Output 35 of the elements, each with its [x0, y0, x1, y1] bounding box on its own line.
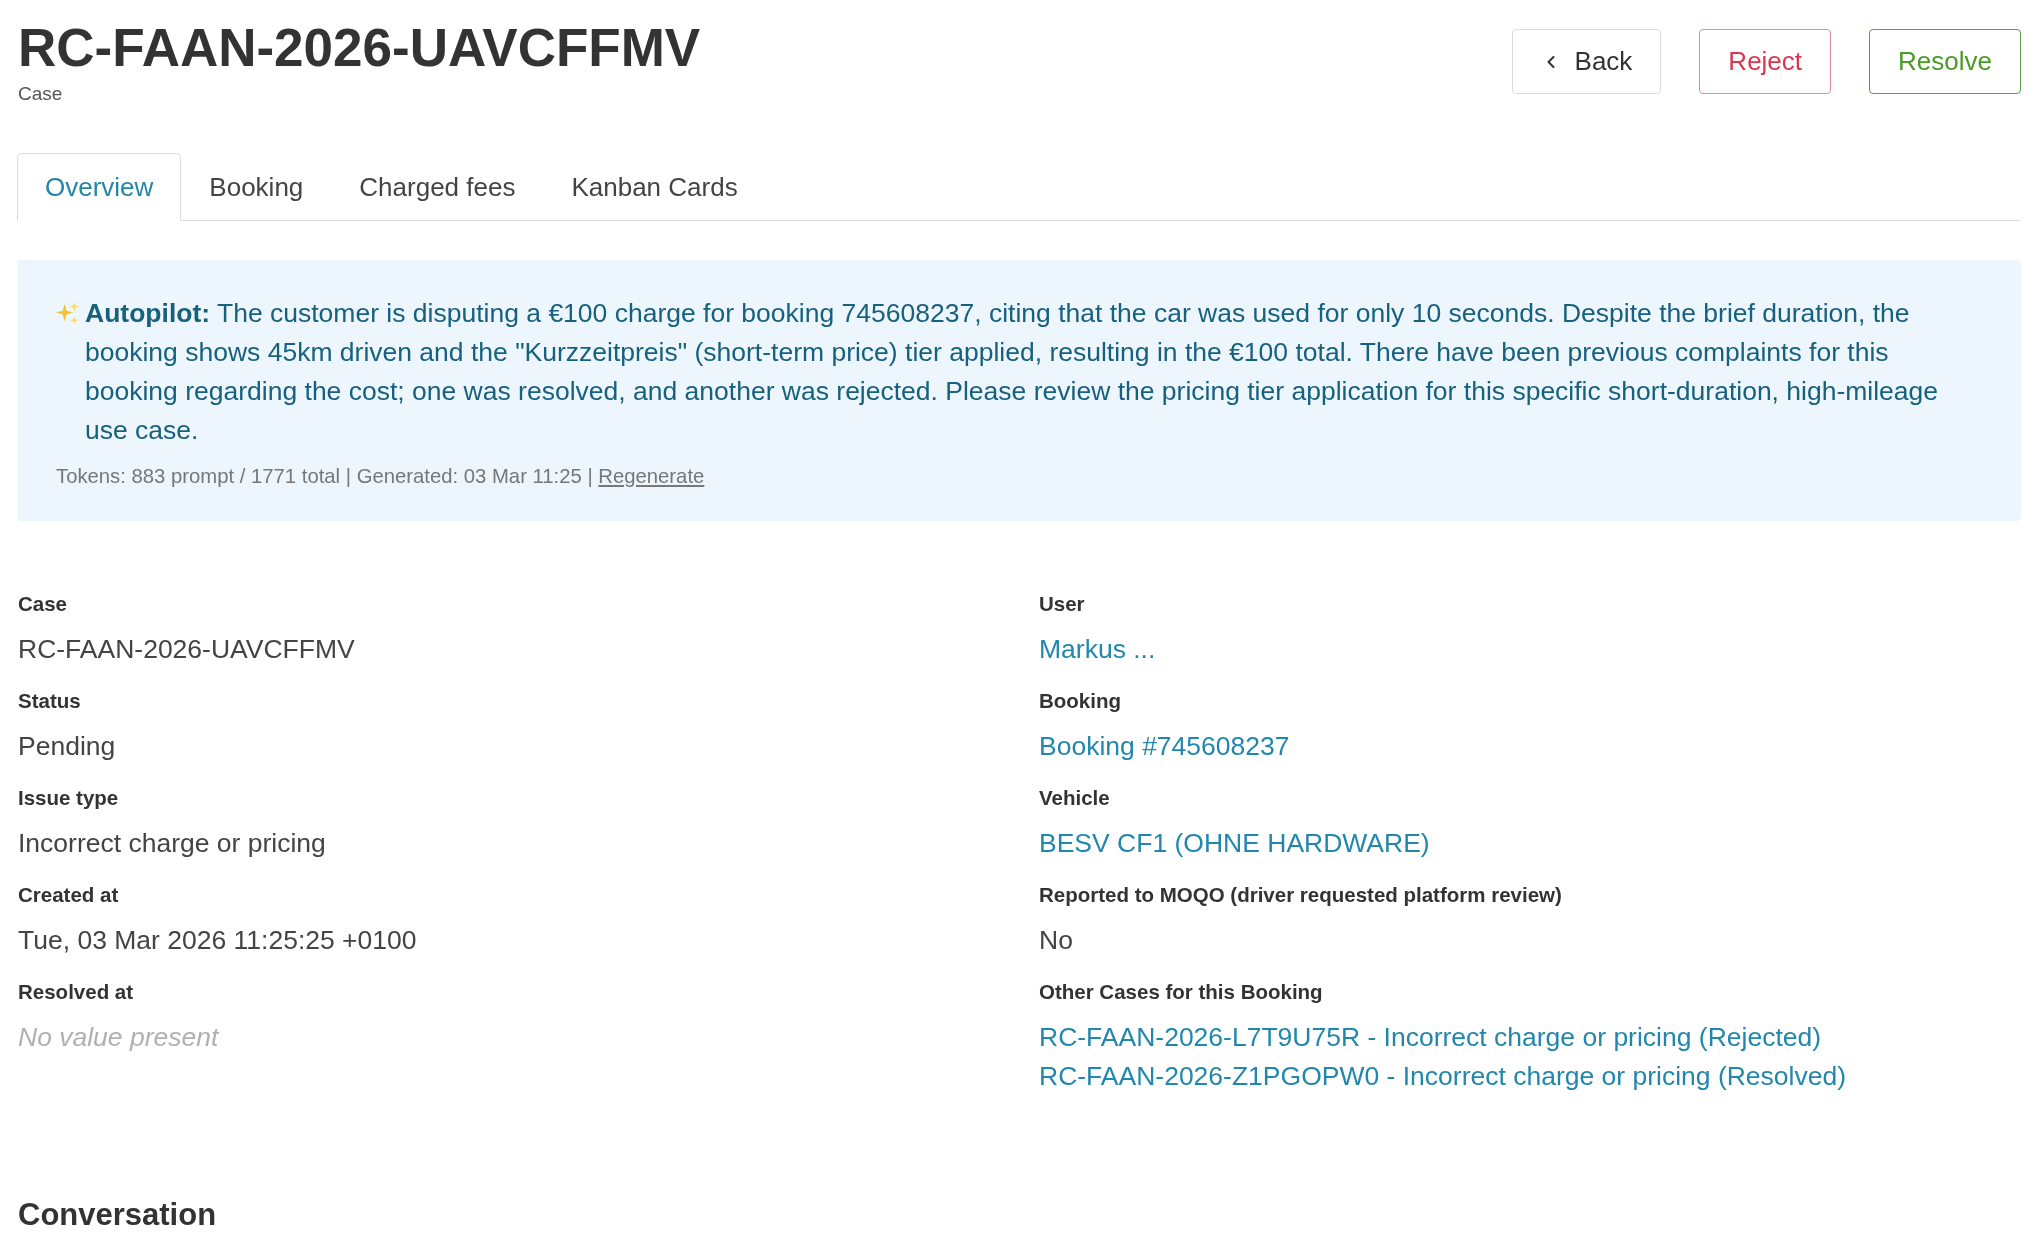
field-link[interactable]: Markus ...	[1039, 634, 1156, 664]
tab[interactable]: Booking	[181, 153, 332, 221]
case-link[interactable]: RC-FAAN-2026-L7T9U75R - Incorrect charge or pricing (Rejected)	[1039, 1018, 1822, 1057]
regenerate-link[interactable]: Regenerate	[598, 465, 705, 487]
page-subtitle: Case	[18, 82, 63, 106]
field-label: Case	[18, 592, 67, 616]
reject-button[interactable]: Reject	[1699, 29, 1832, 94]
tab[interactable]: Kanban Cards	[543, 153, 766, 221]
page-title: RC-FAAN-2026-UAVCFFMV	[18, 17, 701, 79]
field-label: Other Cases for this Booking	[1039, 980, 1323, 1004]
field-value: Pending	[18, 730, 116, 763]
sparkles-icon	[56, 302, 79, 325]
field-link[interactable]: BESV CF1 (OHNE HARDWARE)	[1039, 828, 1430, 858]
field-label: Issue type	[18, 786, 119, 810]
generation-info: Tokens: 883 prompt / 1771 total | Generated: 03 Mar 11:25 | Regenerate	[56, 464, 705, 488]
empty-value-text: No value present	[18, 1021, 219, 1054]
back-button[interactable]: Back	[1511, 29, 1662, 94]
field-label: Reported to MOQO (driver requested platform review)	[1039, 883, 1562, 907]
resolve-button[interactable]: Resolve	[1869, 29, 2021, 94]
field-label: Resolved at	[18, 980, 134, 1004]
field-value: Tue, 03 Mar 2026 11:25:25 +0100	[18, 924, 417, 957]
case-link[interactable]: RC-FAAN-2026-Z1PGOPW0 - Incorrect charge or pricing (Resolved)	[1039, 1057, 1847, 1096]
field-link[interactable]: Booking #745608237	[1039, 731, 1290, 761]
field-value: No	[1039, 924, 1073, 957]
section-heading: Conversation	[17, 1196, 217, 1234]
field-label: User	[1039, 592, 1085, 616]
tab[interactable]: Charged fees	[331, 153, 544, 221]
field-value: Incorrect charge or pricing	[18, 827, 326, 860]
autopilot-summary: Autopilot: The customer is disputing a €100 charge for booking 745608237, citing that the car was used for only 10 seconds. Despite the brief duration, the booking shows 45km driven and the "Kurzzeitpreis" (short-term price) tier applied, resulting in the €100 total. There have been previous complaints for this booking regarding the cost; one was resolved, and another was rejected. Please review the pricing tier application for this specific short-duration, high-mileage use case.	[85, 297, 1940, 447]
field-label: Status	[18, 689, 81, 713]
tab[interactable]: Overview	[17, 153, 182, 221]
field-value: RC-FAAN-2026-UAVCFFMV	[18, 633, 355, 666]
field-label: Vehicle	[1039, 786, 1110, 810]
field-label: Booking	[1039, 689, 1121, 713]
field-label: Created at	[18, 883, 119, 907]
